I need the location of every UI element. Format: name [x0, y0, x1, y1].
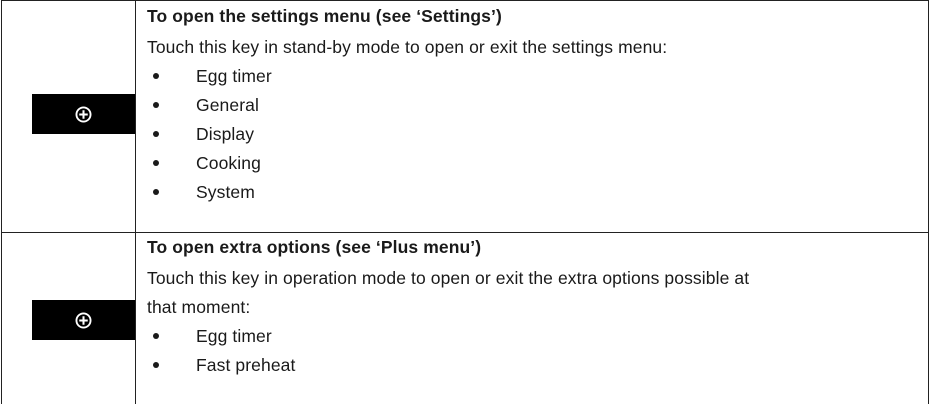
table-border: [135, 232, 136, 404]
plus-circle-icon: [75, 106, 92, 122]
options-list: Egg timer Fast preheat: [147, 322, 919, 380]
table-border: [135, 1, 136, 232]
table-row: To open the settings menu (see ‘Settings…: [1, 0, 929, 233]
instruction-table: To open the settings menu (see ‘Settings…: [1, 0, 929, 404]
list-item-label: Cooking: [196, 153, 261, 173]
list-item-label: Fast preheat: [196, 355, 296, 375]
list-item: Egg timer: [147, 322, 919, 351]
list-item-label: Egg timer: [196, 326, 272, 346]
plus-circle-icon: [75, 312, 92, 328]
options-list: Egg timer General Display Cooking System: [147, 62, 919, 207]
settings-description-cell: To open the settings menu (see ‘Settings…: [147, 4, 919, 207]
plus-menu-key-button[interactable]: [32, 300, 135, 340]
bullet-icon: [153, 102, 159, 108]
bullet-icon: [153, 73, 159, 79]
table-border: [1, 1, 2, 232]
list-item: General: [147, 91, 919, 120]
bullet-icon: [153, 160, 159, 166]
list-item-label: Display: [196, 124, 255, 144]
row-description: Touch this key in operation mode to open…: [147, 268, 750, 288]
list-item-label: Egg timer: [196, 66, 272, 86]
bullet-icon: [153, 333, 159, 339]
list-item: Display: [147, 120, 919, 149]
bullet-icon: [153, 131, 159, 137]
row-heading: To open the settings menu (see ‘Settings…: [147, 6, 502, 26]
row-description: Touch this key in stand-by mode to open …: [147, 37, 668, 57]
list-item: Fast preheat: [147, 351, 919, 380]
table-row: To open extra options (see ‘Plus menu’) …: [1, 232, 929, 404]
list-item-label: General: [196, 95, 259, 115]
table-border: [1, 232, 2, 404]
plus-menu-description-cell: To open extra options (see ‘Plus menu’) …: [147, 235, 919, 380]
table-border: [928, 1, 929, 232]
list-item: System: [147, 178, 919, 207]
list-item-label: System: [196, 182, 255, 202]
table-border: [928, 232, 929, 404]
list-item: Cooking: [147, 149, 919, 178]
row-description-continued: that moment:: [147, 297, 251, 317]
bullet-icon: [153, 189, 159, 195]
settings-key-button[interactable]: [32, 94, 135, 134]
list-item: Egg timer: [147, 62, 919, 91]
bullet-icon: [153, 362, 159, 368]
row-heading: To open extra options (see ‘Plus menu’): [147, 237, 482, 257]
